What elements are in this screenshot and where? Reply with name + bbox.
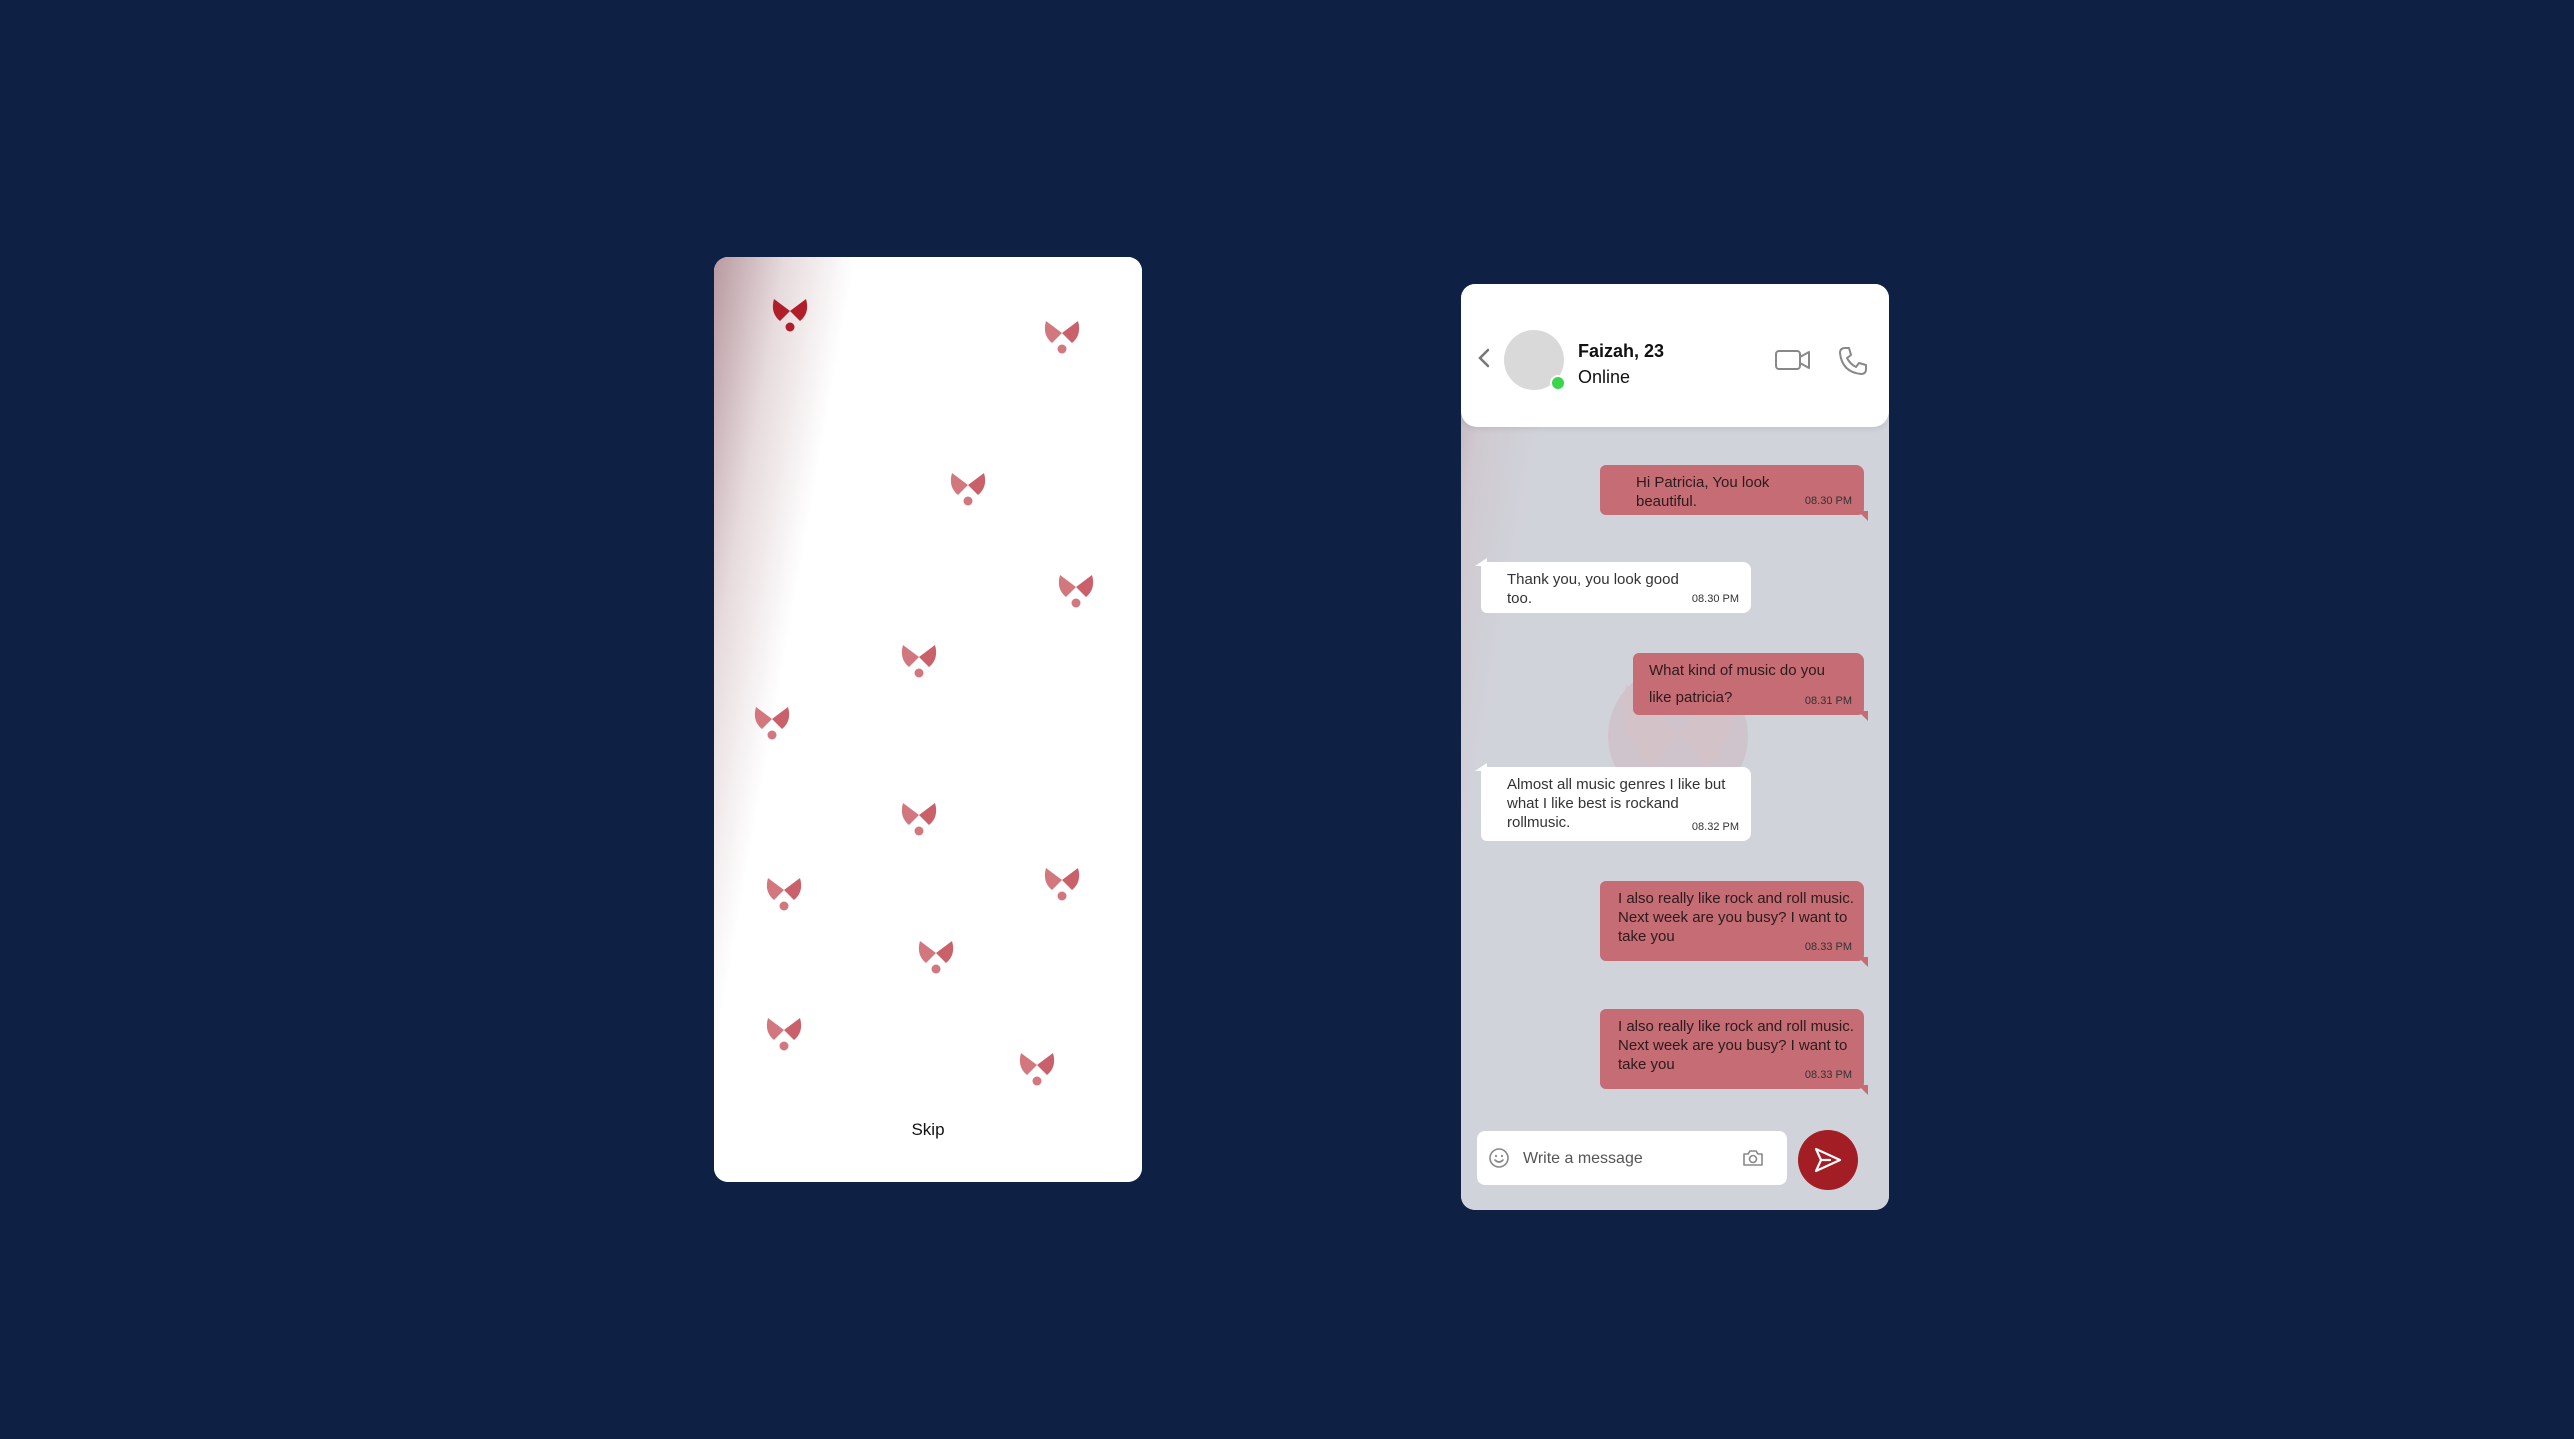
heart-logo-icon [1042,862,1082,902]
message-input[interactable] [1521,1145,1725,1173]
online-indicator [1550,375,1566,391]
message-outgoing: I also really like rock and roll music. … [1600,1009,1868,1095]
message-text: Hi Patricia, You look beautiful. [1636,474,1770,510]
message-time: 08.31 PM [1804,695,1852,707]
message-incoming: Almost all music genres I like but what … [1475,763,1751,841]
phone-call-icon[interactable] [1836,344,1870,378]
message-time: 08.32 PM [1691,821,1739,833]
message-outgoing: I also really like rock and roll music. … [1600,881,1868,967]
contact-name: Faizah, 23 [1578,341,1665,361]
heart-logo-icon [899,797,939,837]
splash-screen: Skip [714,257,1142,1182]
contact-status: Online [1578,367,1631,387]
message-outgoing: What kind of music do you like patricia?… [1633,653,1868,721]
message-incoming: Thank you, you look good too. 08.30 PM [1475,558,1751,613]
back-chevron-icon[interactable] [1475,346,1493,370]
video-call-icon[interactable] [1774,346,1812,374]
chat-header: Faizah, 23 Online [1461,284,1889,427]
heart-logo-icon [770,293,810,333]
message-time: 08.30 PM [1691,593,1739,605]
camera-icon[interactable] [1741,1147,1765,1169]
heart-logo-icon [899,639,939,679]
message-time: 08.30 PM [1804,495,1852,507]
message-time: 08.33 PM [1804,941,1852,953]
message-composer [1477,1131,1787,1185]
emoji-icon[interactable] [1488,1147,1510,1169]
heart-logo-icon [752,701,792,741]
message-text: Thank you, you look good too. [1507,571,1679,607]
message-outgoing: Hi Patricia, You look beautiful. 08.30 P… [1600,465,1868,521]
heart-logo-icon [916,935,956,975]
send-icon [1814,1147,1842,1173]
chat-screen: Faizah, 23 Online Hi Patricia, You look … [1461,284,1889,1210]
skip-button[interactable]: Skip [714,1120,1142,1140]
message-time: 08.33 PM [1804,1069,1852,1081]
heart-logo-icon [764,1012,804,1052]
heart-logo-icon [764,872,804,912]
heart-logo-icon [1017,1047,1057,1087]
heart-logo-icon [948,467,988,507]
send-button[interactable] [1798,1130,1858,1190]
heart-logo-icon [1056,569,1096,609]
heart-logo-icon [1042,315,1082,355]
